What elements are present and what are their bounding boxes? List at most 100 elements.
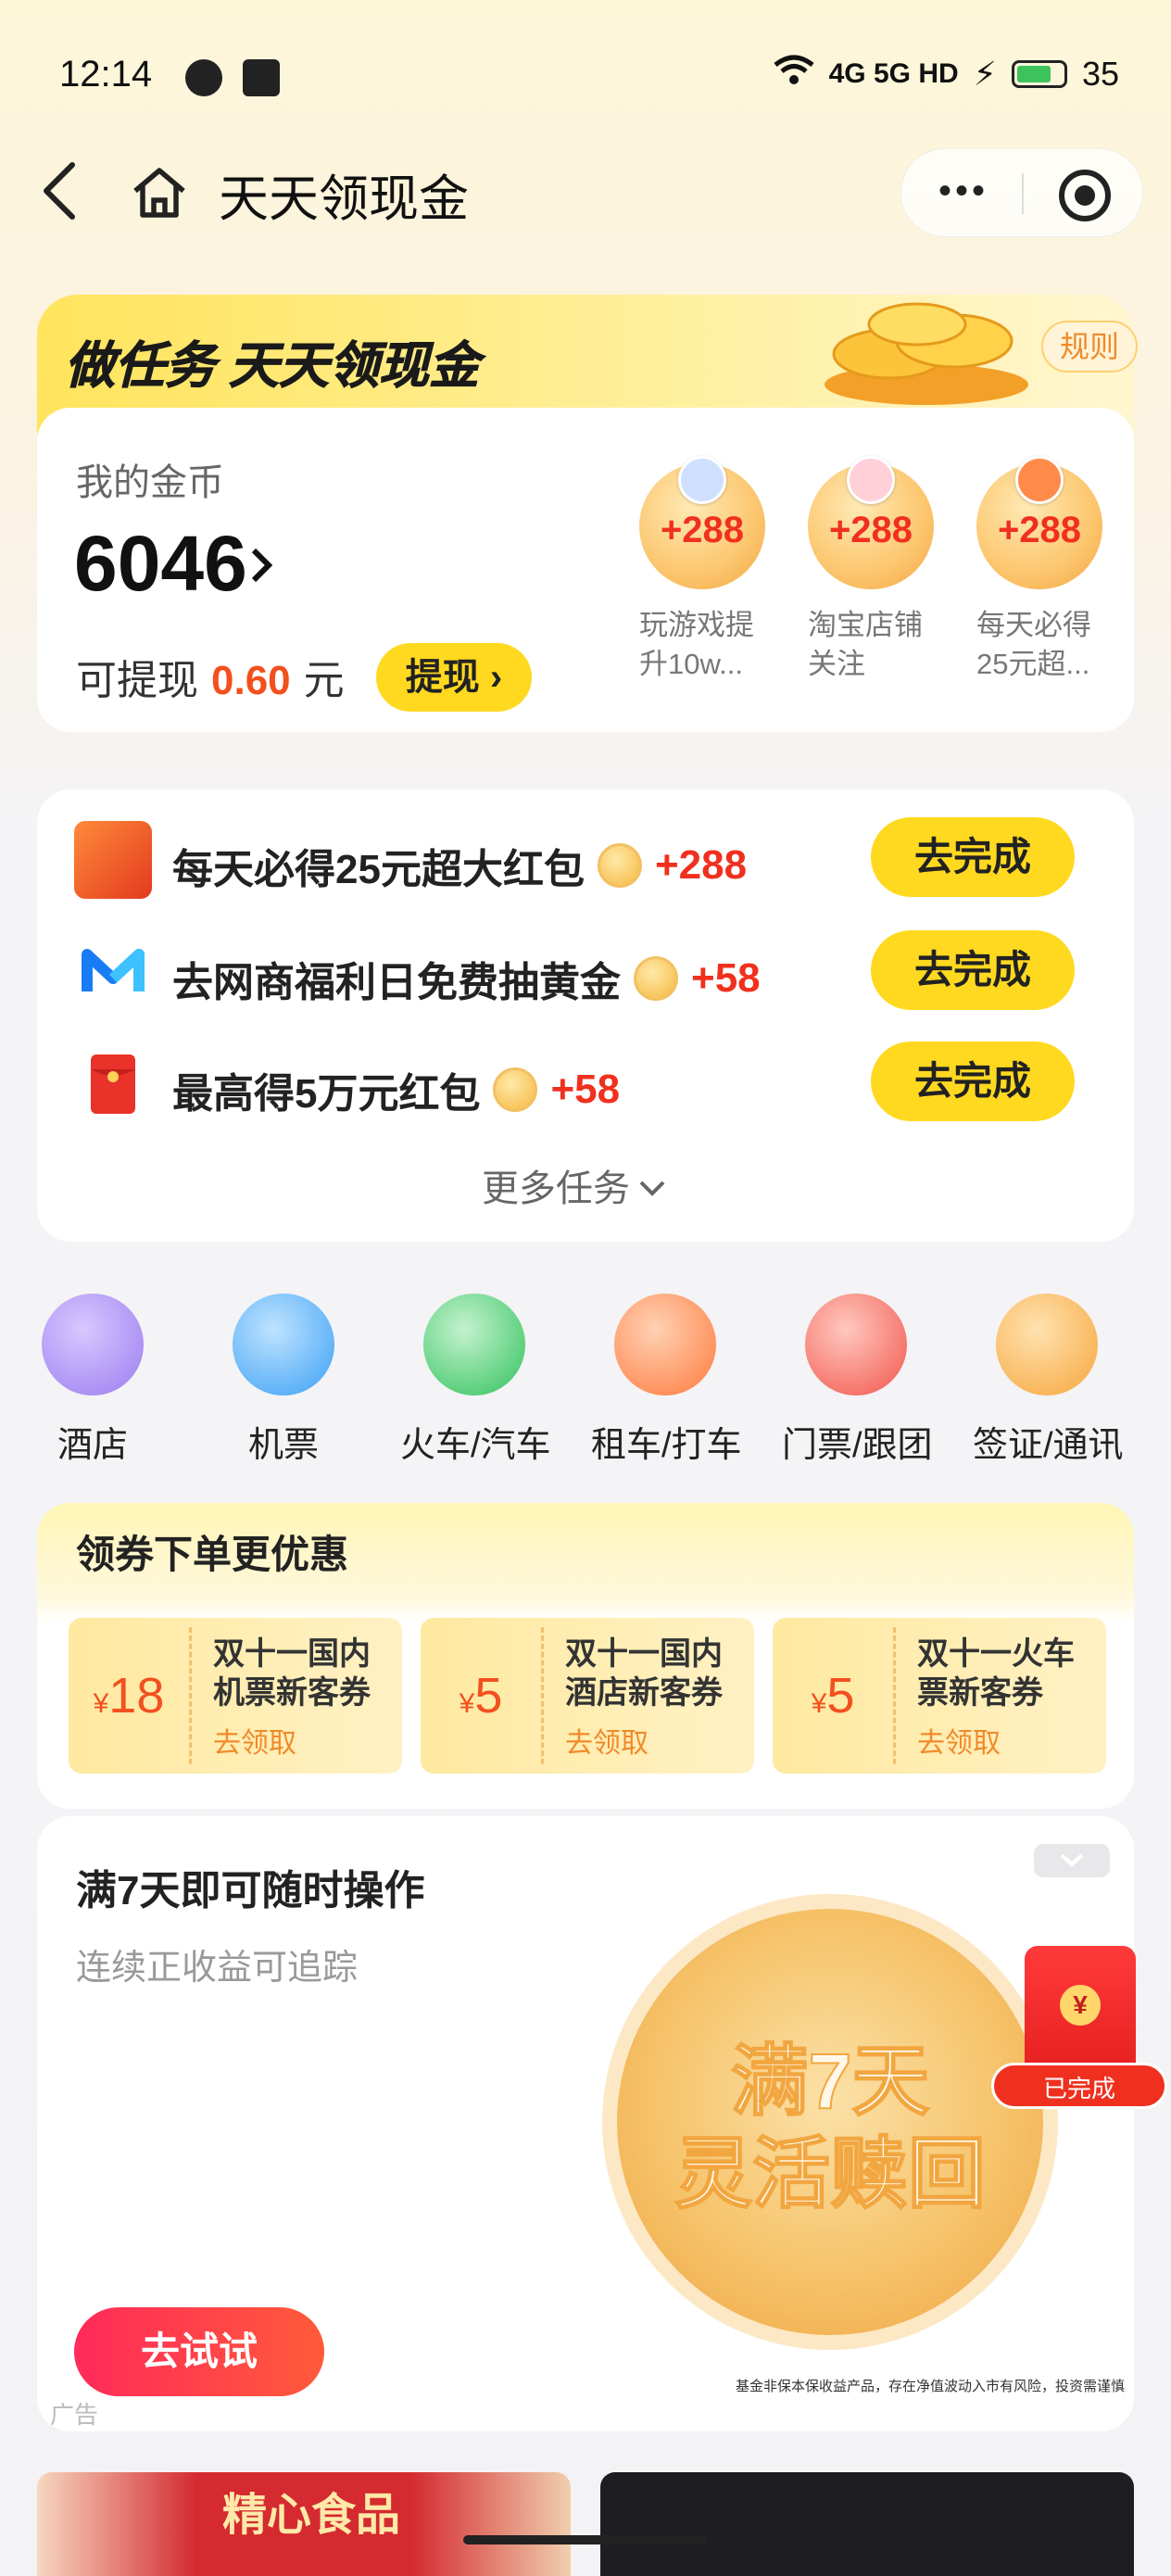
battery-icon (1011, 59, 1067, 88)
task-thumbnail-icon (1015, 456, 1064, 504)
shop-bag-icon (847, 456, 895, 504)
mybank-logo-icon (74, 934, 152, 1012)
ad-title: 满7天即可随时操作 (76, 1868, 425, 1913)
category-visa-telecom[interactable]: 签证/通讯 (973, 1294, 1124, 1467)
coupon-name: 双十一火车 票新客券 (917, 1635, 1102, 1712)
fund-disclaimer: 基金非保本保收益产品，存在净值波动入市有风险，投资需谨慎 (736, 2379, 1126, 2394)
hotel-icon (42, 1294, 144, 1395)
coin-icon (634, 956, 678, 1001)
task-row: 每天必得25元超大红包 +288 去完成 (74, 817, 1102, 901)
withdraw-button[interactable]: 提现 › (376, 643, 532, 712)
coupon-name: 双十一国内 机票新客券 (213, 1635, 398, 1712)
chevron-right-icon[interactable] (248, 547, 274, 584)
coupon-flight[interactable]: ¥18 双十一国内 机票新客券 去领取 (69, 1618, 402, 1774)
withdraw-unit: 元 (303, 658, 345, 703)
passport-icon (996, 1294, 1098, 1395)
category-label: 门票/跟团 (782, 1426, 933, 1465)
complete-task-button[interactable]: 去完成 (871, 817, 1075, 897)
chevron-down-icon (637, 1165, 667, 1206)
category-label: 酒店 (57, 1426, 128, 1465)
mini-task-label-line1: 每天必得 (976, 609, 1091, 641)
more-tasks-link[interactable]: 更多任务 (482, 1158, 667, 1212)
completed-badge[interactable]: 已完成 (991, 2063, 1167, 2109)
mini-task-label-line2: 升10w... (639, 648, 743, 680)
rules-button[interactable]: 规则 (1041, 321, 1138, 373)
currency-symbol: ¥ (93, 1688, 109, 1719)
collapse-ad-button[interactable] (1034, 1844, 1110, 1877)
mini-task-game[interactable]: +288 玩游戏提 升10w... (639, 456, 769, 684)
category-hotel[interactable]: 酒店 (19, 1294, 167, 1467)
coupon-amount: ¥5 (421, 1618, 541, 1774)
coupon-section-title: 领券下单更优惠 (76, 1533, 349, 1576)
coin-balance[interactable]: 6046 (74, 519, 247, 609)
bottom-banner-text: 精心食品 (222, 2491, 401, 2540)
back-icon[interactable] (37, 158, 83, 222)
try-button[interactable]: 去试试 (74, 2307, 324, 2396)
coupon-name-line2: 票新客券 (917, 1675, 1043, 1711)
category-car-rental[interactable]: 租车/打车 (591, 1294, 742, 1467)
coupon-hotel[interactable]: ¥5 双十一国内 酒店新客券 去领取 (421, 1618, 754, 1774)
page-title: 天天领现金 (219, 171, 469, 227)
task-row: 去网商福利日免费抽黄金 +58 去完成 (74, 930, 1102, 1014)
coupon-name-line1: 双十一国内 (565, 1636, 723, 1672)
app-icon (243, 59, 280, 96)
charging-icon: ⚡ (973, 54, 997, 93)
coupon-train[interactable]: ¥5 双十一火车 票新客券 去领取 (773, 1618, 1106, 1774)
more-icon[interactable]: ••• (938, 172, 988, 209)
banner-title: 做任务 天天领现金 (64, 338, 480, 395)
mini-task-reward: +288 (660, 510, 745, 550)
bottom-banner-food[interactable]: 精心食品 (37, 2472, 571, 2576)
ad-subtitle: 连续正收益可追踪 (76, 1949, 359, 1988)
mini-task-label-line1: 玩游戏提 (639, 609, 754, 641)
task-title: 去网商福利日免费抽黄金 (172, 960, 621, 1005)
category-flight[interactable]: 机票 (209, 1294, 358, 1467)
withdrawable-line: 可提现 0.60 元 (76, 647, 345, 706)
mini-task-label: 每天必得 25元超... (976, 606, 1115, 684)
coin-icon (597, 843, 642, 888)
bottom-banner-dark[interactable] (600, 2472, 1134, 2576)
mini-task-label-line2: 25元超... (976, 648, 1090, 680)
coupon-name-line1: 双十一国内 (213, 1636, 371, 1672)
home-icon[interactable] (130, 163, 189, 222)
claim-coupon-link[interactable]: 去领取 (213, 1720, 296, 1761)
close-miniprogram-icon[interactable] (1059, 170, 1111, 221)
withdraw-label: 可提现 (76, 658, 198, 703)
claim-coupon-link[interactable]: 去领取 (565, 1720, 648, 1761)
mini-task-taobao[interactable]: +288 淘宝店铺 关注 (808, 456, 938, 684)
mini-task-redpacket[interactable]: +288 每天必得 25元超... (976, 456, 1106, 684)
status-right: 4G 5G HD ⚡ 35 (774, 54, 1119, 94)
home-indicator[interactable] (463, 2535, 708, 2544)
complete-task-button[interactable]: 去完成 (871, 1042, 1075, 1121)
task-title: 最高得5万元红包 (172, 1071, 481, 1117)
capsule-divider (1022, 173, 1024, 214)
reward-coin-icon: +288 (976, 456, 1102, 589)
withdraw-button-label: 提现 (405, 657, 480, 698)
coupon-value: 18 (108, 1668, 165, 1724)
category-tickets-tours[interactable]: 门票/跟团 (782, 1294, 933, 1467)
temple-icon (805, 1294, 907, 1395)
task-title: 每天必得25元超大红包 (172, 847, 585, 892)
task-title-line: 去网商福利日免费抽黄金 +58 (172, 949, 761, 1008)
big-coin-text: 满7天 灵活赎回 (617, 2035, 1043, 2220)
category-train-bus[interactable]: 火车/汽车 (400, 1294, 551, 1467)
yen-coin-icon: ¥ (1060, 1985, 1101, 2026)
complete-task-button[interactable]: 去完成 (871, 930, 1075, 1010)
mini-task-label: 玩游戏提 升10w... (639, 606, 778, 684)
coupon-name-line2: 机票新客券 (213, 1675, 371, 1711)
coupon-amount: ¥18 (69, 1618, 189, 1774)
red-envelope-icon (74, 1045, 152, 1123)
task-title-line: 每天必得25元超大红包 +288 (172, 836, 747, 895)
category-label: 租车/打车 (591, 1426, 742, 1465)
coupon-name: 双十一国内 酒店新客券 (565, 1635, 750, 1712)
claim-coupon-link[interactable]: 去领取 (917, 1720, 1001, 1761)
my-coins-label: 我的金币 (76, 462, 224, 503)
coupon-value: 5 (826, 1668, 855, 1724)
currency-symbol: ¥ (459, 1688, 475, 1719)
coupon-value: 5 (474, 1668, 503, 1724)
chat-icon (185, 59, 222, 96)
train-icon (423, 1294, 525, 1395)
coupon-amount: ¥5 (773, 1618, 893, 1774)
redpacket-promo-icon (74, 821, 152, 899)
mini-task-reward: +288 (997, 510, 1082, 550)
coupon-divider (893, 1627, 896, 1764)
